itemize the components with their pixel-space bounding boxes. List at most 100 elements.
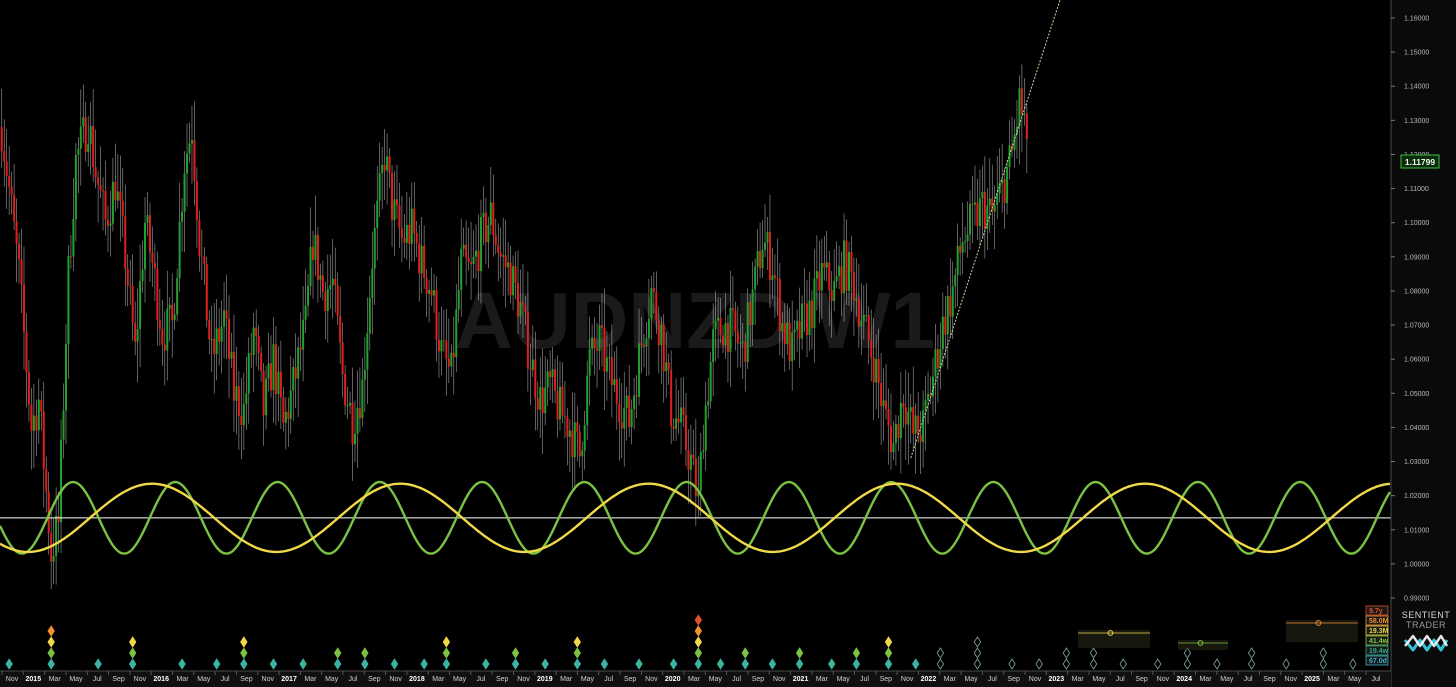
x-tick-label: Nov — [773, 676, 786, 683]
candle-up — [860, 320, 863, 327]
candle-down — [425, 277, 428, 294]
candle-down — [282, 397, 285, 423]
candle-down — [423, 245, 426, 278]
x-tick-label: 2020 — [665, 676, 681, 683]
x-tick-label: Jul — [93, 676, 102, 683]
legend-label: 67.0d — [1369, 658, 1387, 665]
candle-down — [158, 320, 161, 330]
legend-label: 41.4w — [1369, 638, 1389, 645]
candle-up — [630, 409, 633, 428]
candle-up — [907, 411, 910, 425]
candle-up — [914, 415, 917, 434]
last-price-tag: 1.11799 — [1400, 154, 1440, 169]
candle-down — [294, 367, 297, 379]
candle-up — [796, 320, 799, 330]
candle-down — [484, 212, 487, 243]
candle-up — [751, 289, 754, 325]
candle-up — [544, 387, 547, 414]
candle-down — [445, 340, 448, 359]
candle-down — [398, 205, 401, 229]
candle-up — [116, 191, 119, 201]
candle-down — [415, 233, 418, 244]
candle-down — [529, 368, 532, 370]
candle-up — [245, 393, 248, 404]
x-tick-label: May — [197, 676, 211, 683]
candle-down — [339, 315, 342, 343]
candle-down — [670, 369, 673, 427]
x-tick-label: Nov — [645, 676, 658, 683]
candle-up — [927, 393, 930, 401]
candle-down — [358, 408, 361, 419]
candle-up — [361, 379, 364, 419]
candle-down — [262, 370, 265, 416]
candle-down — [719, 317, 722, 336]
candle-up — [181, 211, 184, 222]
x-tick-label: Jul — [604, 676, 613, 683]
candle-up — [843, 240, 846, 294]
x-tick-label: Jul — [1244, 676, 1253, 683]
candle-down — [949, 295, 952, 317]
candle-up — [82, 117, 85, 127]
y-tick-label: 1.15000 — [1404, 50, 1429, 57]
candle-down — [156, 268, 159, 321]
x-tick-label: Mar — [1327, 676, 1340, 683]
brand-line-2: TRADER — [1405, 620, 1446, 630]
candle-down — [195, 181, 198, 221]
x-tick-label: 2016 — [153, 676, 169, 683]
sentient-trader-branding: SENTIENT TRADER — [1396, 611, 1456, 654]
candle-down — [121, 200, 124, 217]
candle-up — [986, 205, 989, 229]
candle-up — [215, 328, 218, 355]
candle-down — [20, 259, 23, 285]
candle-up — [862, 315, 865, 321]
candle-down — [524, 305, 527, 312]
candle-up — [136, 328, 139, 342]
x-tick-label: May — [1092, 676, 1106, 683]
candle-up — [539, 387, 542, 410]
candle-down — [22, 284, 25, 332]
candle-down — [400, 228, 403, 238]
candle-up — [393, 199, 396, 221]
candle-down — [919, 435, 922, 442]
candle-down — [618, 403, 621, 423]
candle-up — [292, 367, 295, 391]
candle-up — [220, 326, 223, 342]
candle-down — [0, 127, 3, 152]
candle-up — [956, 245, 959, 276]
candle-up — [892, 443, 895, 453]
candle-up — [210, 338, 213, 340]
candle-up — [1006, 167, 1009, 204]
candle-down — [287, 411, 290, 419]
candle-up — [460, 248, 463, 291]
candle-up — [141, 269, 144, 282]
candle-down — [517, 282, 520, 317]
candle-up — [363, 369, 366, 380]
candle-down — [504, 255, 507, 268]
candle-down — [413, 208, 416, 234]
candle-up — [591, 337, 594, 349]
candle-down — [494, 235, 497, 246]
candle-down — [603, 328, 606, 372]
candle-up — [307, 286, 310, 306]
candle-up — [502, 255, 505, 257]
candle-up — [166, 308, 169, 351]
y-tick-label: 1.07000 — [1404, 323, 1429, 330]
candle-up — [838, 266, 841, 276]
candle-down — [600, 325, 603, 329]
candle-down — [57, 515, 60, 523]
candle-down — [237, 386, 240, 416]
candle-down — [447, 358, 450, 367]
candle-down — [148, 215, 151, 253]
candle-up — [625, 395, 628, 409]
candle-up — [472, 256, 475, 265]
candle-down — [776, 278, 779, 280]
candle-up — [993, 204, 996, 212]
candle-down — [902, 402, 905, 408]
x-tick-label: Jul — [221, 676, 230, 683]
candle-down — [870, 341, 873, 358]
candle-up — [551, 369, 554, 378]
candle-up — [309, 246, 312, 287]
candle-up — [381, 164, 384, 173]
candle-down — [615, 379, 618, 404]
candle-down — [687, 449, 690, 470]
